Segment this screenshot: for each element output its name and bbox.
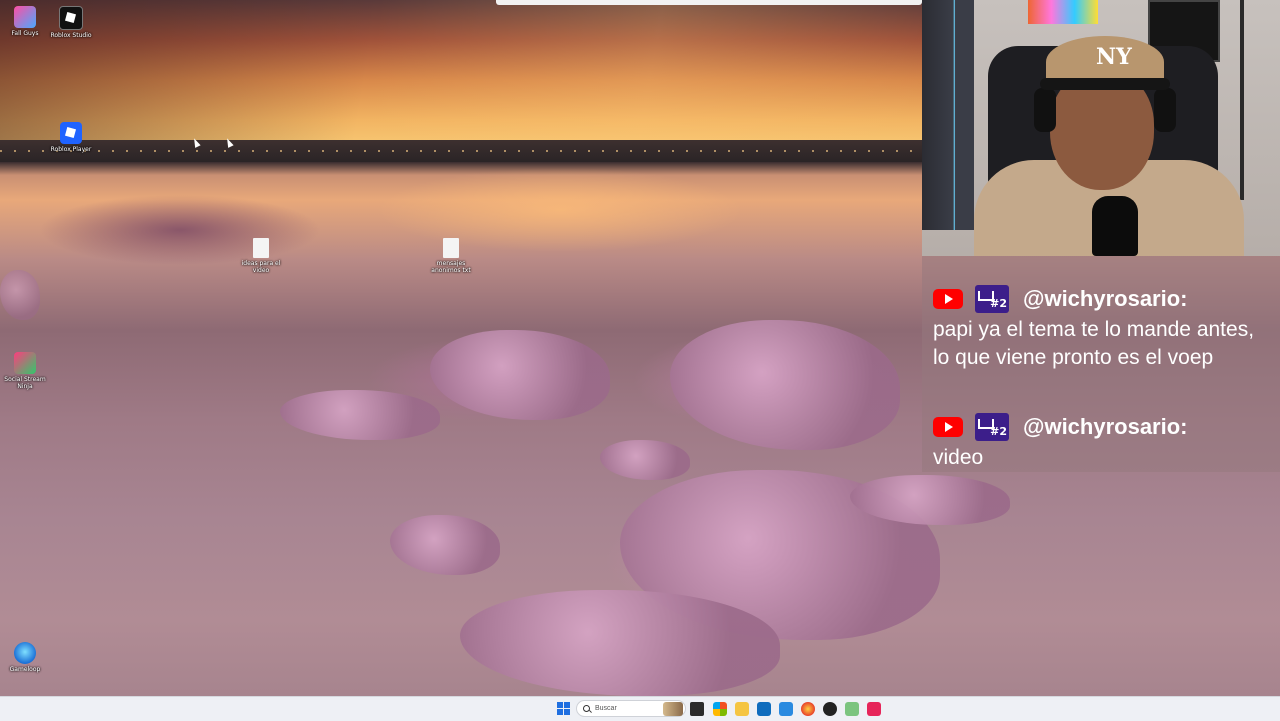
chat-message-header: #2 @wichyrosario: [933,412,1273,442]
document-icon [443,238,459,258]
cap-brim [1040,78,1170,90]
desktop-icon-mensajes-file[interactable]: mensajes anonimos txt [426,238,476,274]
desktop-icon-social-stream-ninja[interactable]: Social Stream Ninja [0,352,50,390]
salt-formation [390,515,500,575]
desktop-icon-label: mensajes anonimos txt [431,260,471,274]
sky-glow [0,0,922,150]
desktop-icon-fall-guys[interactable]: Fall Guys [0,6,50,37]
crown-icon [978,419,994,429]
microphone-icon [1092,196,1138,256]
desktop-icon-ideas-file[interactable]: ideas para el video [236,238,286,274]
windows-logo-icon [557,702,563,708]
window-edge [496,0,922,5]
chat-message-header: #2 @wichyrosario: [933,284,1273,314]
chat-message-text: video [933,446,984,469]
webcam-overlay: NY [922,0,1280,256]
widgets-icon[interactable] [663,702,683,716]
obs-icon[interactable] [823,702,837,716]
headphone-icon [1034,88,1056,132]
background-shelf [922,0,974,230]
start-button[interactable] [557,702,570,715]
chat-overlay: #2 @wichyrosario: papi ya el tema te lo … [922,256,1280,472]
document-icon [253,238,269,258]
task-view-icon[interactable] [690,702,704,716]
cap-logo: NY [1096,44,1132,70]
desktop-icon-label: Roblox Player [50,146,92,153]
taskbar: Buscar [0,696,1280,721]
gameloop-icon [14,642,36,664]
mail-icon[interactable] [779,702,793,716]
desktop-icon-label: Fall Guys [11,30,39,37]
rank-badge: #2 [975,285,1009,313]
salt-formation [280,390,440,440]
desktop-icon-gameloop[interactable]: Gameloop [0,642,50,673]
chat-message: #2 @wichyrosario: video [933,412,1273,472]
salt-formation [600,440,690,480]
desktop-icon-label: Roblox Studio [50,32,92,39]
desktop-icon-roblox-studio[interactable]: Roblox Studio [46,6,96,39]
roblox-player-icon [60,122,82,144]
floor-lamp [1240,0,1244,200]
copilot-icon[interactable] [713,702,727,716]
crown-icon [978,291,994,301]
salt-formation [0,270,40,320]
search-placeholder: Buscar [595,705,617,712]
roblox-studio-icon [59,6,83,30]
chat-message: #2 @wichyrosario: papi ya el tema te lo … [933,284,1273,372]
salt-formation [460,590,780,696]
xbox-icon[interactable] [845,702,859,716]
desktop-icon-label: Social Stream Ninja [4,376,46,390]
folder-icon[interactable] [735,702,749,716]
chat-username: @wichyrosario: [1023,286,1188,311]
fall-guys-icon [14,6,36,28]
firefox-icon[interactable] [801,702,815,716]
search-icon [583,705,590,712]
desktop-icon-roblox-player[interactable]: Roblox Player [46,122,96,153]
salt-formation [670,320,900,450]
chat-message-text: papi ya el tema te lo mande antes, lo qu… [933,318,1255,369]
rank-badge: #2 [975,413,1009,441]
social-stream-ninja-icon [14,352,36,374]
background-poster [1028,0,1098,24]
salt-formation [430,330,610,420]
chat-username: @wichyrosario: [1023,414,1188,439]
youtube-icon [933,289,963,309]
store-icon[interactable] [757,702,771,716]
desktop-icon-label: ideas para el video [241,260,281,274]
desktop-icon-label: Gameloop [9,666,41,673]
headphone-icon [1154,88,1176,132]
tiktok-icon[interactable] [867,702,881,716]
youtube-icon [933,417,963,437]
horizon-lights [0,150,922,152]
